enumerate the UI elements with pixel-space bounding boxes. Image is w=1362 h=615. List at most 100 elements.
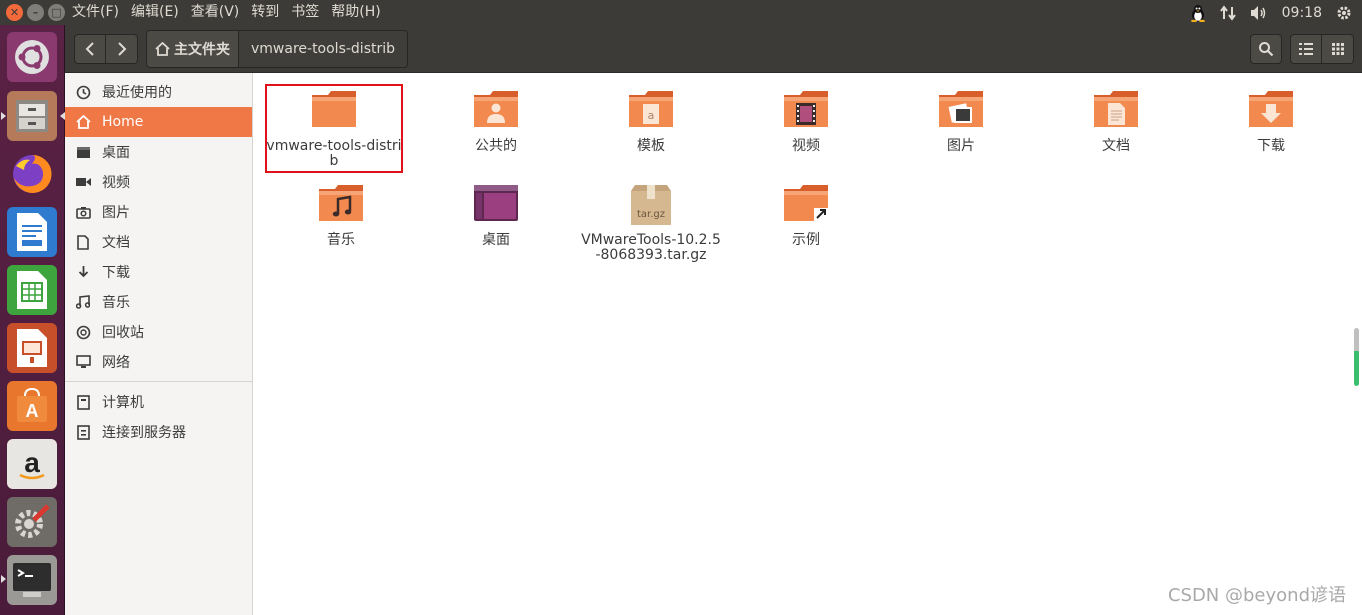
file-item-vmware-tools-distrib[interactable]: vmware-tools-distrib — [264, 87, 404, 169]
sidebar-item-label: Home — [102, 114, 144, 130]
music-icon — [75, 294, 91, 310]
forward-button[interactable] — [106, 34, 138, 64]
trash-icon — [75, 324, 91, 340]
back-button[interactable] — [74, 34, 106, 64]
svg-text:a: a — [648, 109, 655, 122]
sidebar: 最近使用的 Home 桌面 视频 图片 文档 下载 音乐 回收站 网络 计算机 — [65, 73, 253, 615]
volume-icon[interactable] — [1250, 5, 1268, 21]
file-item-videos[interactable]: 视频 — [736, 87, 876, 154]
menu-edit[interactable]: 编辑(E) — [125, 0, 185, 25]
sidebar-item-computer[interactable]: 计算机 — [65, 387, 252, 417]
file-item-desktop[interactable]: 桌面 — [426, 181, 566, 248]
software-center-icon[interactable]: A — [7, 381, 57, 431]
menu-go[interactable]: 转到 — [245, 0, 285, 25]
file-item-public[interactable]: 公共的 — [426, 87, 566, 154]
file-item-templates[interactable]: a 模板 — [581, 87, 721, 154]
chevron-right-icon — [117, 42, 126, 56]
sidebar-item-documents[interactable]: 文档 — [65, 227, 252, 257]
linux-tux-icon[interactable] — [1190, 4, 1206, 22]
amazon-icon[interactable]: a — [7, 439, 57, 489]
camera-icon — [75, 204, 91, 220]
file-name: VMwareTools-10.2.5-8068393.tar.gz — [581, 232, 721, 263]
sidebar-item-music[interactable]: 音乐 — [65, 287, 252, 317]
menu-view[interactable]: 查看(V) — [185, 0, 246, 25]
folder-icon — [312, 91, 356, 127]
desktop-icon — [75, 144, 91, 160]
sidebar-item-home[interactable]: Home — [65, 107, 252, 137]
launcher-active-pip — [1, 112, 6, 120]
maximize-window-button[interactable]: □ — [48, 4, 65, 21]
file-name: 音乐 — [327, 232, 355, 248]
file-item-vmwaretools-archive[interactable]: tar.gz VMwareTools-10.2.5-8068393.tar.gz — [581, 181, 721, 263]
sidebar-item-desktop[interactable]: 桌面 — [65, 137, 252, 167]
watermark: CSDN @beyond谚语 — [1167, 585, 1346, 606]
folder-download-icon — [1249, 91, 1293, 127]
network-arrows-icon[interactable] — [1219, 4, 1236, 21]
file-item-documents[interactable]: 文档 — [1046, 87, 1186, 154]
system-settings-icon[interactable] — [7, 497, 57, 547]
file-item-examples[interactable]: 示例 — [736, 181, 876, 248]
sidebar-item-pictures[interactable]: 图片 — [65, 197, 252, 227]
ubuntu-dash-icon[interactable] — [7, 32, 57, 82]
search-icon — [1259, 42, 1274, 57]
folder-public-icon — [474, 91, 518, 127]
menu-file[interactable]: 文件(F) — [66, 0, 125, 25]
list-icon — [1299, 43, 1313, 55]
archive-icon: tar.gz — [631, 185, 671, 225]
file-grid: vmware-tools-distrib 公共的 a 模板 视频 图片 文档 下… — [254, 73, 1362, 615]
sidebar-item-label: 图片 — [102, 205, 130, 221]
sidebar-item-recent[interactable]: 最近使用的 — [65, 77, 252, 107]
sidebar-item-downloads[interactable]: 下载 — [65, 257, 252, 287]
firefox-icon[interactable] — [7, 149, 57, 199]
file-name: 图片 — [947, 138, 975, 154]
folder-desktop-icon — [474, 185, 518, 221]
breadcrumb-home[interactable]: 主文件夹 — [146, 30, 239, 68]
folder-pictures-icon — [939, 91, 983, 127]
file-name: 示例 — [792, 232, 820, 248]
file-name: 公共的 — [475, 138, 517, 154]
file-item-downloads[interactable]: 下载 — [1201, 87, 1341, 154]
sidebar-item-videos[interactable]: 视频 — [65, 167, 252, 197]
terminal-icon[interactable] — [7, 555, 57, 605]
sidebar-item-label: 回收站 — [102, 325, 144, 341]
search-button[interactable] — [1250, 34, 1282, 64]
home-icon — [75, 114, 91, 130]
list-view-button[interactable] — [1290, 34, 1322, 64]
file-name: 桌面 — [482, 232, 510, 248]
video-icon — [75, 174, 91, 190]
sidebar-item-label: 下载 — [102, 265, 130, 281]
grid-icon — [1331, 43, 1344, 55]
server-icon — [75, 424, 91, 440]
folder-link-icon — [784, 185, 828, 221]
file-name: 文档 — [1102, 138, 1130, 154]
file-item-pictures[interactable]: 图片 — [891, 87, 1031, 154]
sidebar-item-connect-server[interactable]: 连接到服务器 — [65, 417, 252, 447]
breadcrumb-current[interactable]: vmware-tools-distrib — [239, 30, 409, 68]
grid-view-button[interactable] — [1322, 34, 1354, 64]
sidebar-item-trash[interactable]: 回收站 — [65, 317, 252, 347]
close-window-button[interactable]: ✕ — [6, 4, 23, 21]
download-icon — [75, 264, 91, 280]
launcher: A a — [0, 25, 65, 615]
clock-label[interactable]: 09:18 — [1282, 5, 1322, 21]
folder-templates-icon: a — [629, 91, 673, 127]
menu-help[interactable]: 帮助(H) — [325, 0, 386, 25]
file-item-music[interactable]: 音乐 — [271, 181, 411, 248]
calc-icon[interactable] — [7, 265, 57, 315]
document-icon — [75, 234, 91, 250]
clock-icon — [75, 84, 91, 100]
sidebar-item-label: 网络 — [102, 355, 130, 371]
view-switcher — [1290, 34, 1354, 64]
settings-gear-icon[interactable] — [1336, 5, 1352, 21]
minimize-window-button[interactable]: – — [27, 4, 44, 21]
menu-bookmarks[interactable]: 书签 — [285, 0, 325, 25]
file-name: 视频 — [792, 138, 820, 154]
writer-icon[interactable] — [7, 207, 57, 257]
impress-icon[interactable] — [7, 323, 57, 373]
svg-text:a: a — [24, 447, 40, 478]
files-icon[interactable] — [7, 91, 57, 141]
header-actions — [1250, 34, 1354, 64]
sidebar-item-network[interactable]: 网络 — [65, 347, 252, 377]
folder-music-icon — [319, 185, 363, 221]
scrollbar-indicator[interactable] — [1354, 328, 1359, 386]
